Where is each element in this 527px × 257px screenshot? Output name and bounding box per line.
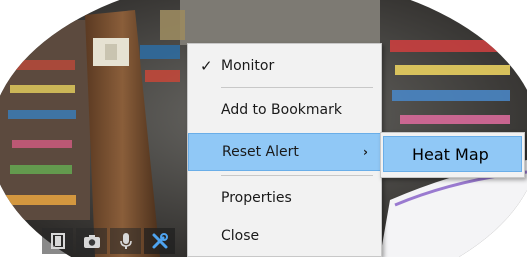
context-menu: ✓ Monitor Add to Bookmark Reset Alert › …	[187, 43, 382, 257]
menu-item-monitor[interactable]: ✓ Monitor	[188, 47, 381, 85]
menu-item-properties[interactable]: Properties	[188, 179, 381, 217]
menu-item-reset-alert[interactable]: Reset Alert ›	[188, 133, 381, 171]
snapshot-button[interactable]	[76, 228, 107, 254]
tools-button[interactable]	[144, 228, 175, 254]
menu-item-label: Monitor	[221, 58, 275, 74]
submenu-arrow-icon: ›	[363, 145, 368, 159]
checkmark-icon: ✓	[200, 57, 213, 75]
submenu-item-label: Heat Map	[412, 144, 489, 164]
tools-icon	[151, 232, 169, 250]
reset-alert-submenu: Heat Map	[380, 132, 525, 178]
talk-button[interactable]	[110, 228, 141, 254]
camera-toolbar	[42, 228, 175, 254]
menu-separator	[221, 87, 373, 88]
camera-icon	[83, 233, 101, 249]
menu-item-label: Add to Bookmark	[221, 102, 342, 118]
film-icon	[50, 233, 66, 249]
menu-separator	[221, 175, 373, 176]
record-button[interactable]	[42, 228, 73, 254]
submenu-item-heat-map[interactable]: Heat Map	[383, 136, 522, 172]
microphone-icon	[119, 232, 133, 250]
menu-item-close[interactable]: Close	[188, 217, 381, 255]
menu-item-label: Reset Alert	[222, 144, 299, 160]
menu-item-label: Properties	[221, 190, 292, 206]
menu-item-label: Close	[221, 228, 260, 244]
menu-item-add-to-bookmark[interactable]: Add to Bookmark	[188, 91, 381, 129]
